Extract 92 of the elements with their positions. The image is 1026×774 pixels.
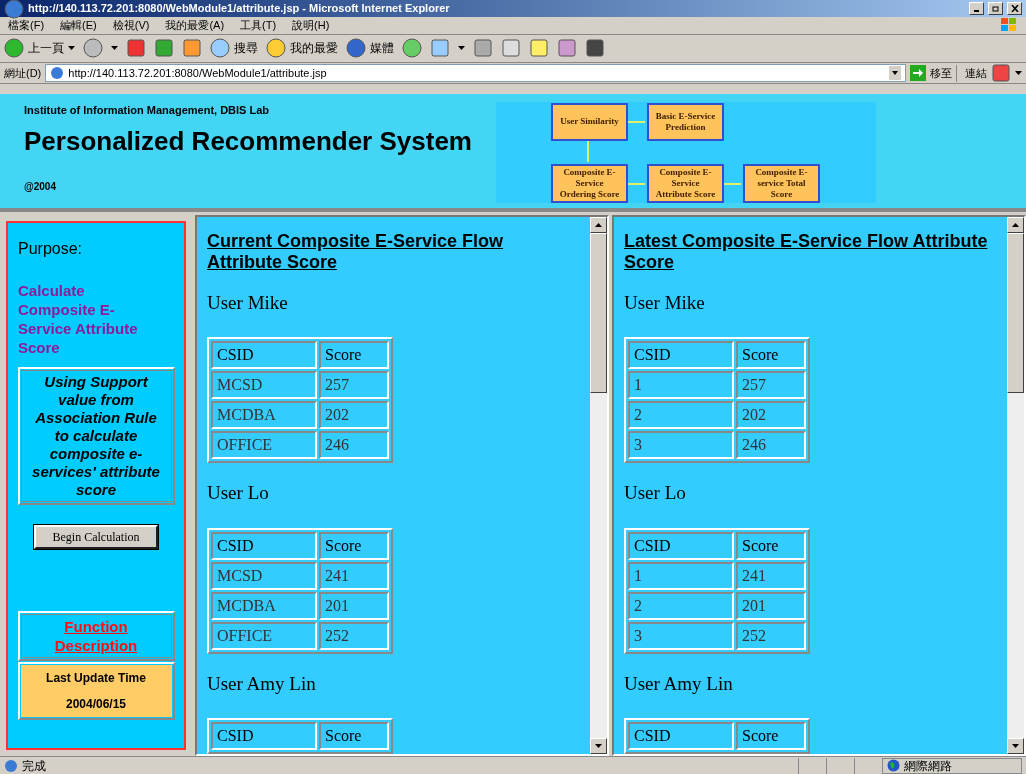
menu-item[interactable]: 編輯(E) xyxy=(60,17,97,34)
go-button[interactable]: 移至 xyxy=(910,65,952,82)
column-header: CSID xyxy=(211,531,317,560)
section-heading: Latest Composite E-Service Flow Attribute Score xyxy=(624,230,989,273)
table-cell: 1 xyxy=(628,371,734,399)
column-header: Score xyxy=(736,722,806,750)
scrollbar[interactable] xyxy=(590,216,607,754)
purpose-text: Calculate Composite E-Service Attribute Score xyxy=(18,280,139,357)
column-header: Score xyxy=(736,341,806,369)
user-name: User Lo xyxy=(207,481,270,505)
user-name: User Mike xyxy=(207,290,289,315)
flow-node: Composite E-service Total Score xyxy=(743,163,820,203)
lab-name: Institute of Information Management, DBIS Lab xyxy=(24,102,271,118)
table-cell: OFFICE xyxy=(211,621,317,650)
window-title: http://140.113.72.201:8080/WebModule1/attribute.jsp - Microsoft Internet Explorer xyxy=(28,1,451,17)
flow-node: User Similarity xyxy=(551,102,628,141)
column-header: CSID xyxy=(628,531,734,560)
caret-icon xyxy=(111,46,118,51)
table-cell: 201 xyxy=(736,591,806,620)
user-name: User Amy Lin xyxy=(207,671,317,696)
status-text: 完成 xyxy=(22,757,47,774)
column-header: CSID xyxy=(211,722,317,750)
table-cell: OFFICE xyxy=(211,431,317,459)
table-cell: 3 xyxy=(628,621,734,650)
table-cell: 201 xyxy=(319,591,389,620)
table-cell: 1 xyxy=(628,561,734,590)
scroll-up-icon xyxy=(595,222,602,227)
table-cell: 257 xyxy=(319,371,389,399)
favorites-button[interactable]: 我的最愛 xyxy=(266,38,338,59)
table-cell: 246 xyxy=(736,431,806,459)
update-date: 2004/06/15 xyxy=(65,696,127,713)
section-heading: Current Composite E-Service Flow Attribute Score xyxy=(207,230,505,273)
table-cell: 252 xyxy=(319,621,389,650)
copyright-year: @2004 xyxy=(24,180,57,194)
menu-item[interactable]: 說明(H) xyxy=(292,17,330,34)
address-label: 網址(D) xyxy=(4,66,42,82)
scroll-up-icon xyxy=(1012,222,1019,227)
caret-icon xyxy=(68,46,75,51)
caret-icon xyxy=(458,46,465,51)
update-label: Last Update Time xyxy=(46,670,146,687)
dropdown-icon[interactable] xyxy=(889,66,901,81)
windows-logo-icon xyxy=(1000,17,1018,34)
menu-item[interactable]: 工具(T) xyxy=(240,17,277,34)
table-cell: 202 xyxy=(319,401,389,429)
column-header: CSID xyxy=(628,341,734,369)
table-cell: 241 xyxy=(736,561,806,590)
column-header: CSID xyxy=(211,341,317,369)
user-name: User Mike xyxy=(624,290,706,315)
site-title: Personalized Recommender System xyxy=(24,125,473,158)
table-cell: 2 xyxy=(628,401,734,429)
table-cell: MCSD xyxy=(211,371,317,399)
table-cell: 241 xyxy=(319,561,389,590)
scroll-down-icon xyxy=(595,744,602,748)
table-cell: 2 xyxy=(628,591,734,620)
user-name: User Lo xyxy=(624,481,687,505)
table-cell: 257 xyxy=(736,371,806,399)
table-cell: 252 xyxy=(736,621,806,650)
restore-button[interactable] xyxy=(988,2,1003,15)
menu-item[interactable]: 我的最愛(A) xyxy=(165,17,225,34)
caret-icon xyxy=(1015,71,1022,76)
media-button[interactable]: 媒體 xyxy=(346,38,394,59)
flow-node: Composite E-Service Ordering Score xyxy=(551,163,628,203)
table-cell: 246 xyxy=(319,431,389,459)
links-button[interactable]: 連結 xyxy=(956,65,987,82)
scroll-down-icon xyxy=(1012,744,1019,748)
column-header: Score xyxy=(736,531,806,560)
flow-node: Composite E-Service Attribute Score xyxy=(647,163,724,203)
note-box: Using Support value from Association Rule to calculate composite e-services' attribute score xyxy=(17,366,175,505)
column-header: Score xyxy=(319,341,389,369)
menu-item[interactable]: 檔案(F) xyxy=(8,17,45,34)
table-cell: 202 xyxy=(736,401,806,429)
table-cell: 3 xyxy=(628,431,734,459)
address-field[interactable]: http://140.113.72.201:8080/WebModule1/attribute.jsp xyxy=(45,64,906,83)
table-cell: MCSD xyxy=(211,561,317,590)
search-button[interactable]: 搜尋 xyxy=(210,38,258,59)
table-cell: MCDBA xyxy=(211,591,317,620)
flow-node: Basic E-Service Prediction xyxy=(647,102,724,141)
table-cell: MCDBA xyxy=(211,401,317,429)
begin-calculation-button[interactable]: Begin Calculation xyxy=(34,524,158,549)
menu-item[interactable]: 檢視(V) xyxy=(112,17,150,34)
column-header: CSID xyxy=(628,722,734,750)
close-icon xyxy=(1010,5,1019,12)
user-name: User Amy Lin xyxy=(624,671,734,696)
zone-text: 網際網路 xyxy=(904,757,952,774)
purpose-label: Purpose: xyxy=(18,238,83,259)
restore-icon xyxy=(991,5,1000,12)
back-button[interactable]: 上一頁 xyxy=(4,38,75,59)
column-header: Score xyxy=(319,531,389,560)
close-button[interactable] xyxy=(1007,2,1022,15)
minimize-button[interactable] xyxy=(969,2,984,15)
scrollbar[interactable] xyxy=(1007,216,1024,754)
column-header: Score xyxy=(319,722,389,750)
